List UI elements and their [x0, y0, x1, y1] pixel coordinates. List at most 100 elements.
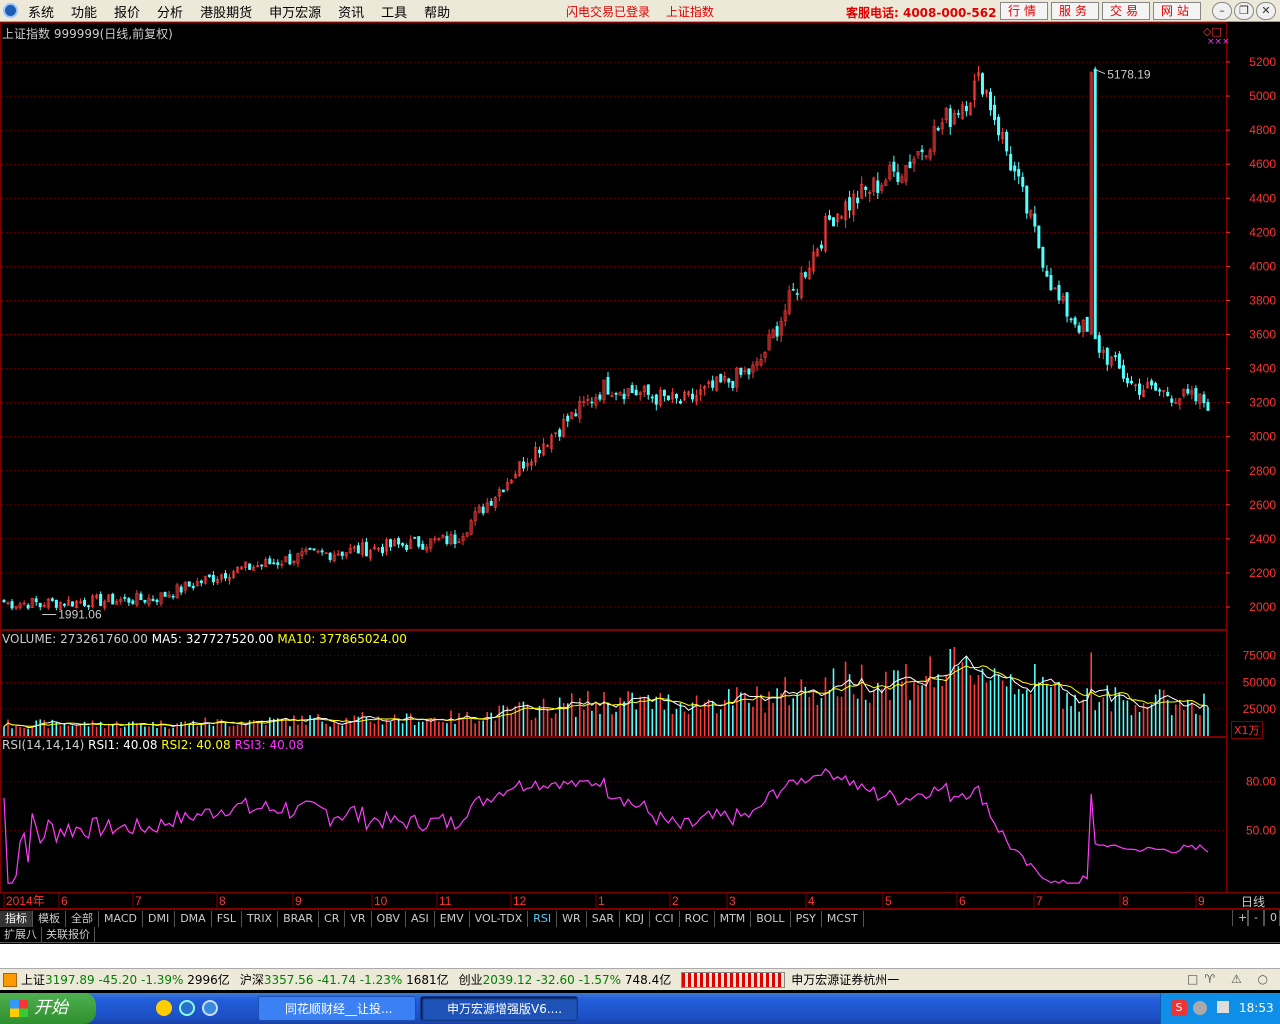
candle-body	[1154, 382, 1158, 391]
tab-macd[interactable]: MACD	[99, 910, 143, 927]
tab-wr[interactable]: WR	[557, 910, 587, 927]
tab-全部[interactable]: 全部	[66, 910, 99, 927]
tab-psy[interactable]: PSY	[791, 910, 822, 927]
menu-quote[interactable]: 报价	[114, 2, 140, 21]
network-icon[interactable]	[1217, 1001, 1229, 1013]
broker-name: 申万宏源证券杭州一	[791, 973, 900, 987]
stock-chart[interactable]: 5200 5000 4800 4600 4400 4200 4000 3800 3600 3400…	[0, 22, 1280, 912]
candle-body	[920, 149, 924, 153]
tab-roc[interactable]: ROC	[680, 910, 715, 927]
clock[interactable]: 18:53	[1239, 1001, 1274, 1015]
messenger-icon[interactable]	[156, 1000, 172, 1016]
quote-bar-icon[interactable]	[3, 972, 17, 987]
app-logo-icon[interactable]	[3, 3, 18, 18]
candle-body	[34, 598, 38, 603]
task-swhy[interactable]: 申万宏源增强版V6....	[420, 996, 578, 1021]
chart-area[interactable]: 5200 5000 4800 4600 4400 4200 4000 3800 3600 3400…	[0, 22, 1280, 912]
period-label[interactable]: 日线	[1241, 893, 1265, 910]
restore-icon[interactable]: ❐	[1234, 2, 1254, 20]
tab-mcst[interactable]: MCST	[822, 910, 864, 927]
candle-body	[211, 574, 215, 583]
candle-body	[453, 534, 457, 544]
quote-cy[interactable]: 创业2039.12 -32.60 -1.57% 748.4亿	[459, 971, 672, 988]
menu-hk-futures[interactable]: 港股期货	[200, 2, 252, 21]
reset-indicator-button[interactable]: 0	[1264, 910, 1280, 926]
tab-extended[interactable]: 扩展八	[0, 927, 42, 942]
candle-body	[401, 543, 405, 546]
tab-指标[interactable]: 指标	[0, 910, 33, 927]
tab-cr[interactable]: CR	[319, 910, 346, 927]
price-tick-label: 4600	[1249, 157, 1276, 171]
ime-icon[interactable]: S	[1171, 1000, 1187, 1016]
chart-cross-icon[interactable]: ×××	[1207, 37, 1230, 47]
candle-body	[54, 599, 58, 608]
candle-body	[481, 506, 485, 514]
candle-body	[1085, 316, 1089, 332]
date-tick-label: 3	[729, 894, 736, 908]
close-icon[interactable]: ✕	[1256, 2, 1276, 20]
start-button[interactable]: 开始	[0, 993, 96, 1024]
candle-body	[1017, 168, 1021, 177]
quote-hs[interactable]: 沪深3357.56 -41.74 -1.23% 1681亿	[240, 971, 449, 988]
browser-icon[interactable]	[202, 1000, 218, 1016]
tab-sar[interactable]: SAR	[587, 910, 621, 927]
tab-模板[interactable]: 模板	[33, 910, 66, 927]
tab-obv[interactable]: OBV	[372, 910, 406, 927]
ie-icon[interactable]	[179, 1000, 195, 1016]
tray-tool-icons[interactable]: □♈ ⚠ ○	[1187, 972, 1274, 986]
candle-body	[646, 384, 650, 395]
tab-emv[interactable]: EMV	[435, 910, 470, 927]
candle-body	[739, 367, 743, 375]
menu-analysis[interactable]: 分析	[157, 2, 183, 21]
task-tonghuashun[interactable]: 同花顺财经__让投...	[258, 996, 416, 1021]
menu-system[interactable]: 系统	[28, 2, 54, 21]
tab-mtm[interactable]: MTM	[715, 910, 752, 927]
minimize-icon[interactable]: –	[1212, 2, 1232, 20]
candle-body	[803, 272, 807, 278]
candle-body	[501, 489, 505, 493]
candle-body	[389, 539, 393, 548]
tray-app-icon[interactable]	[1193, 1001, 1207, 1015]
candle-body	[1170, 398, 1174, 403]
tab-asi[interactable]: ASI	[406, 910, 435, 927]
candle-body	[260, 564, 264, 567]
tab-fsl[interactable]: FSL	[212, 910, 242, 927]
candle-body	[1194, 388, 1198, 402]
add-indicator-button[interactable]: +	[1232, 910, 1248, 926]
candle-body	[1138, 383, 1142, 395]
menu-help[interactable]: 帮助	[424, 2, 450, 21]
remove-indicator-button[interactable]: -	[1248, 910, 1264, 926]
menu-function[interactable]: 功能	[71, 2, 97, 21]
tab-cci[interactable]: CCI	[650, 910, 680, 927]
tab-vr[interactable]: VR	[345, 910, 372, 927]
candle-body	[819, 244, 823, 249]
tab-boll[interactable]: BOLL	[751, 910, 791, 927]
tab-trix[interactable]: TRIX	[242, 910, 279, 927]
trade-button[interactable]: 交易	[1102, 2, 1150, 20]
tab-dma[interactable]: DMA	[175, 910, 212, 927]
high-price-label: 5178.19	[1107, 68, 1151, 82]
candle-body	[111, 593, 115, 605]
menu-news[interactable]: 资讯	[338, 2, 364, 21]
volume-ma5: MA5: 327727520.00	[151, 632, 274, 646]
candle-body	[320, 550, 324, 553]
candle-body	[795, 293, 799, 295]
candle-body	[598, 394, 602, 400]
tab-related-quote[interactable]: 关联报价	[42, 927, 95, 942]
tab-brar[interactable]: BRAR	[278, 910, 320, 927]
tab-vol-tdx[interactable]: VOL-TDX	[470, 910, 529, 927]
menu-broker[interactable]: 申万宏源	[269, 2, 321, 21]
market-button[interactable]: 行情	[1000, 2, 1048, 20]
tab-rsi[interactable]: RSI	[528, 910, 558, 927]
candle-body	[856, 197, 860, 204]
tab-kdj[interactable]: KDJ	[620, 910, 650, 927]
volume-tick-label: 25000	[1243, 702, 1277, 716]
menu-tools[interactable]: 工具	[381, 2, 407, 21]
website-button[interactable]: 网站	[1153, 2, 1201, 20]
candle-body	[364, 541, 368, 557]
window-controls: – ❐ ✕	[1210, 2, 1276, 20]
service-button[interactable]: 服务	[1051, 2, 1099, 20]
tab-dmi[interactable]: DMI	[143, 910, 176, 927]
candle-body	[1129, 380, 1133, 384]
quote-sh[interactable]: 上证3197.89 -45.20 -1.39% 2996亿	[21, 971, 230, 988]
